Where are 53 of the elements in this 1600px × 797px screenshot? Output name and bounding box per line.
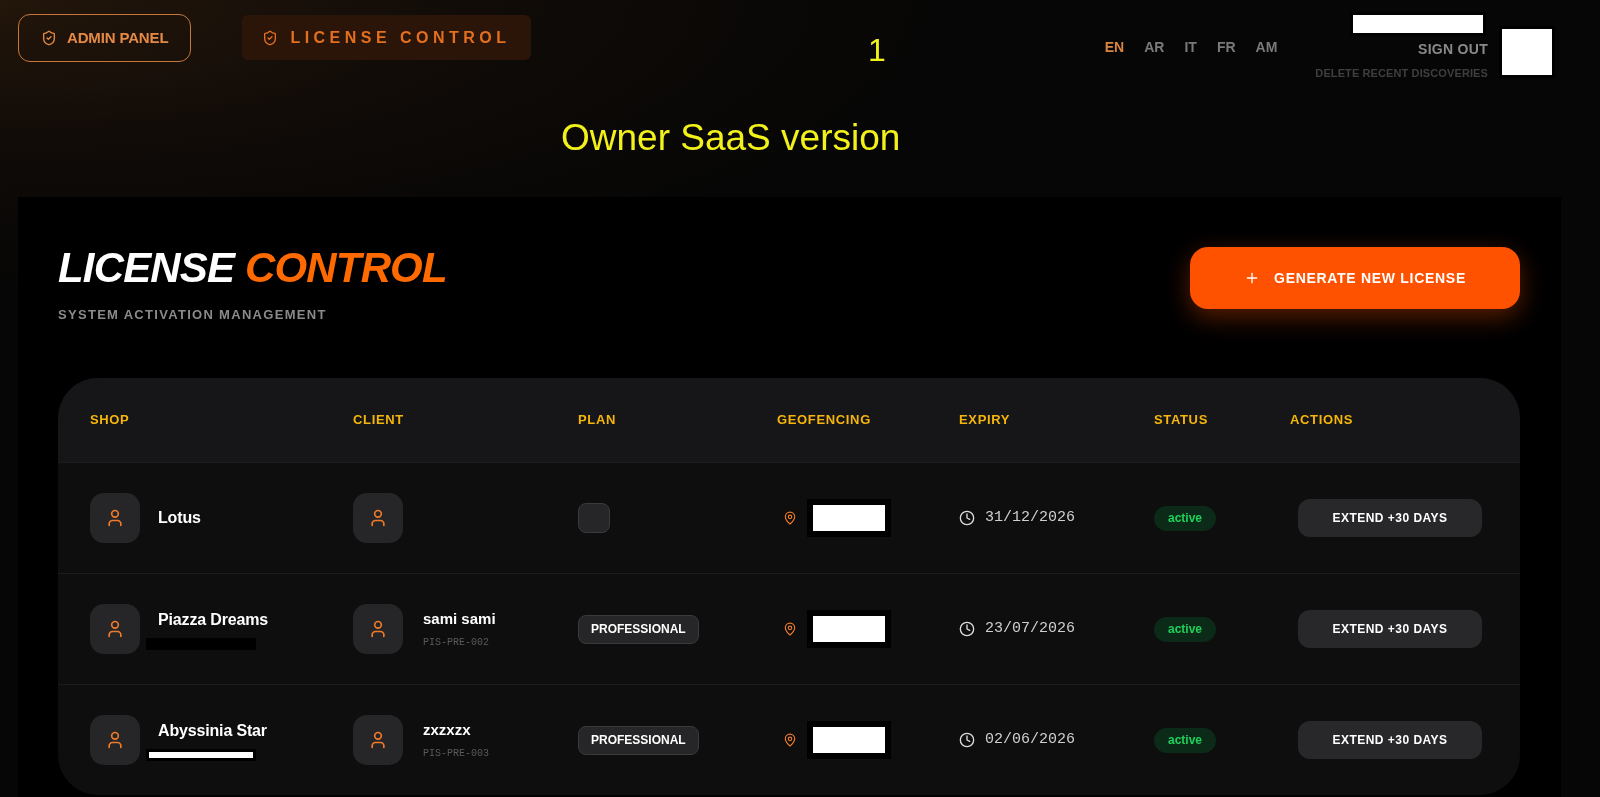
expiry-date: 23/07/2026 bbox=[985, 618, 1075, 639]
sign-out-link[interactable]: SIGN OUT bbox=[1418, 39, 1488, 60]
extend-button[interactable]: EXTEND +30 DAYS bbox=[1298, 610, 1482, 648]
shop-name: Abyssinia Star bbox=[158, 721, 267, 741]
user-avatar-icon bbox=[90, 493, 140, 543]
empty-plan-badge bbox=[578, 503, 610, 533]
map-pin-icon bbox=[783, 622, 797, 636]
user-avatar-icon bbox=[90, 715, 140, 765]
overlay-number: 1 bbox=[868, 34, 886, 66]
column-header: PLAN bbox=[578, 411, 617, 430]
expiry-date: 02/06/2026 bbox=[985, 729, 1075, 750]
status-badge: active bbox=[1154, 616, 1217, 642]
column-header: GEOFENCING bbox=[777, 411, 872, 430]
clock-icon bbox=[959, 732, 975, 748]
shield-check-icon bbox=[262, 29, 279, 46]
status-badge: active bbox=[1154, 727, 1217, 753]
overlay-caption: Owner SaaS version bbox=[561, 119, 901, 156]
language-option[interactable]: AM bbox=[1255, 37, 1278, 58]
clock-icon bbox=[959, 621, 975, 637]
expiry-date: 31/12/2026 bbox=[985, 507, 1075, 528]
client-name: sami sami bbox=[423, 609, 496, 630]
extend-button[interactable]: EXTEND +30 DAYS bbox=[1298, 499, 1482, 537]
shield-check-icon bbox=[41, 30, 57, 46]
plan-badge: PROFESSIONAL bbox=[578, 614, 699, 644]
user-avatar-icon bbox=[90, 604, 140, 654]
column-header: ACTIONS bbox=[1290, 411, 1355, 430]
page-title: LICENSE CONTROL bbox=[58, 247, 447, 289]
language-option[interactable]: IT bbox=[1184, 37, 1197, 58]
column-header: CLIENT bbox=[353, 411, 405, 430]
clock-icon bbox=[959, 510, 975, 526]
status-badge: active bbox=[1154, 505, 1217, 531]
language-option[interactable]: AR bbox=[1144, 37, 1165, 58]
extend-button[interactable]: EXTEND +30 DAYS bbox=[1298, 721, 1482, 759]
column-header: STATUS bbox=[1154, 411, 1209, 430]
user-avatar-icon bbox=[353, 715, 403, 765]
nav-tab[interactable]: LICENSE CONTROL bbox=[242, 15, 531, 60]
generate-license-button[interactable]: GENERATE NEW LICENSE bbox=[1190, 247, 1520, 309]
client-code: PIS-PRE-002 bbox=[423, 635, 490, 650]
shop-name: Lotus bbox=[158, 508, 201, 528]
column-header: SHOP bbox=[90, 411, 131, 430]
shop-name: Piazza Dreams bbox=[158, 610, 268, 630]
page-subtitle: SYSTEM ACTIVATION MANAGEMENT bbox=[58, 306, 328, 324]
map-pin-icon bbox=[783, 511, 797, 525]
map-pin-icon bbox=[783, 733, 797, 747]
language-option[interactable]: EN bbox=[1104, 37, 1125, 58]
client-name: zxzxzx bbox=[423, 720, 472, 741]
user-avatar-icon bbox=[353, 493, 403, 543]
client-code: PIS-PRE-003 bbox=[423, 746, 489, 761]
plan-badge: PROFESSIONAL bbox=[578, 725, 699, 755]
column-header: EXPIRY bbox=[959, 411, 1012, 430]
user-avatar-icon bbox=[353, 604, 403, 654]
nav-button[interactable]: ADMIN PANEL bbox=[18, 14, 192, 62]
language-option[interactable]: FR bbox=[1216, 37, 1236, 58]
